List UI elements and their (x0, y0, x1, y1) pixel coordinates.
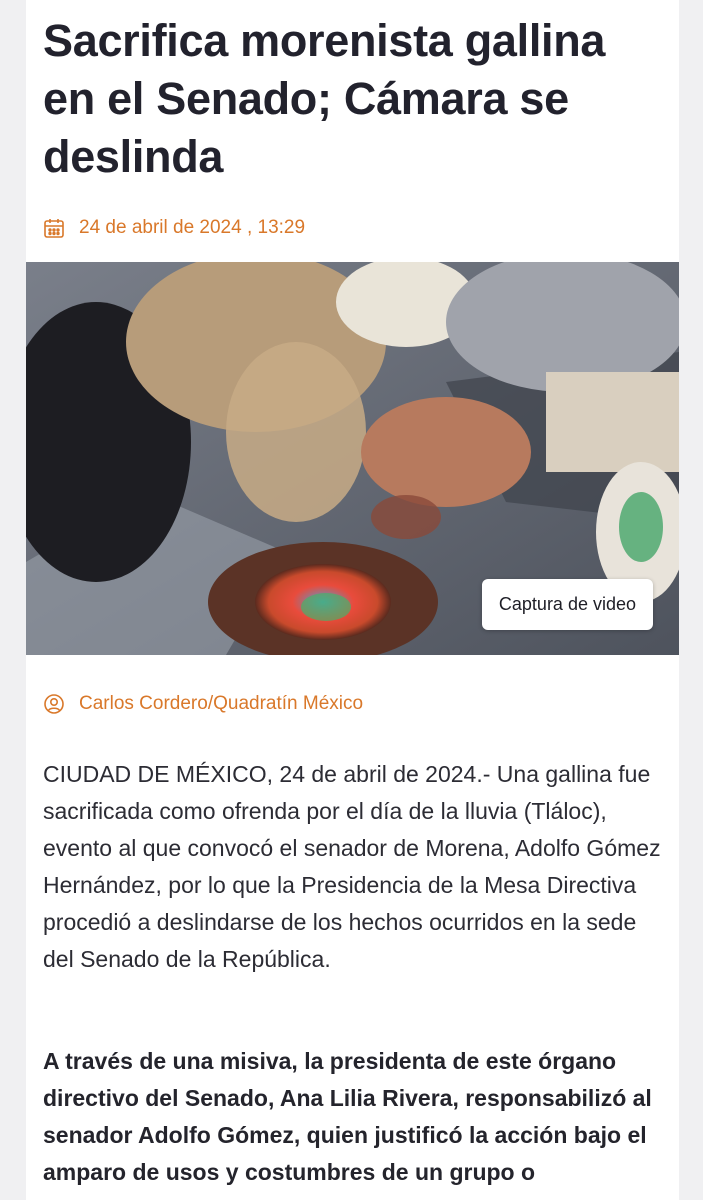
article-date-text: 24 de abril de 2024 , 13:29 (79, 217, 306, 238)
article-author: Carlos Cordero/Quadratín México (43, 693, 363, 715)
user-icon (43, 693, 65, 715)
article-headline: Sacrifica morenista gallina en el Senado… (43, 15, 606, 182)
calendar-icon (43, 217, 65, 239)
video-caption-button[interactable]: Captura de video (481, 579, 653, 630)
article-date: 24 de abril de 2024 , 13:29 (43, 217, 305, 239)
article-paragraph-bold: A través de una misiva, la presidenta de… (43, 1048, 652, 1185)
article-author-name[interactable]: Carlos Cordero/Quadratín México (79, 693, 363, 715)
article-paragraph: CIUDAD DE MÉXICO, 24 de abril de 2024.- … (43, 761, 661, 972)
article-video[interactable]: Captura de video (26, 262, 679, 655)
article-card: Sacrifica morenista gallina en el Senado… (26, 0, 679, 1200)
